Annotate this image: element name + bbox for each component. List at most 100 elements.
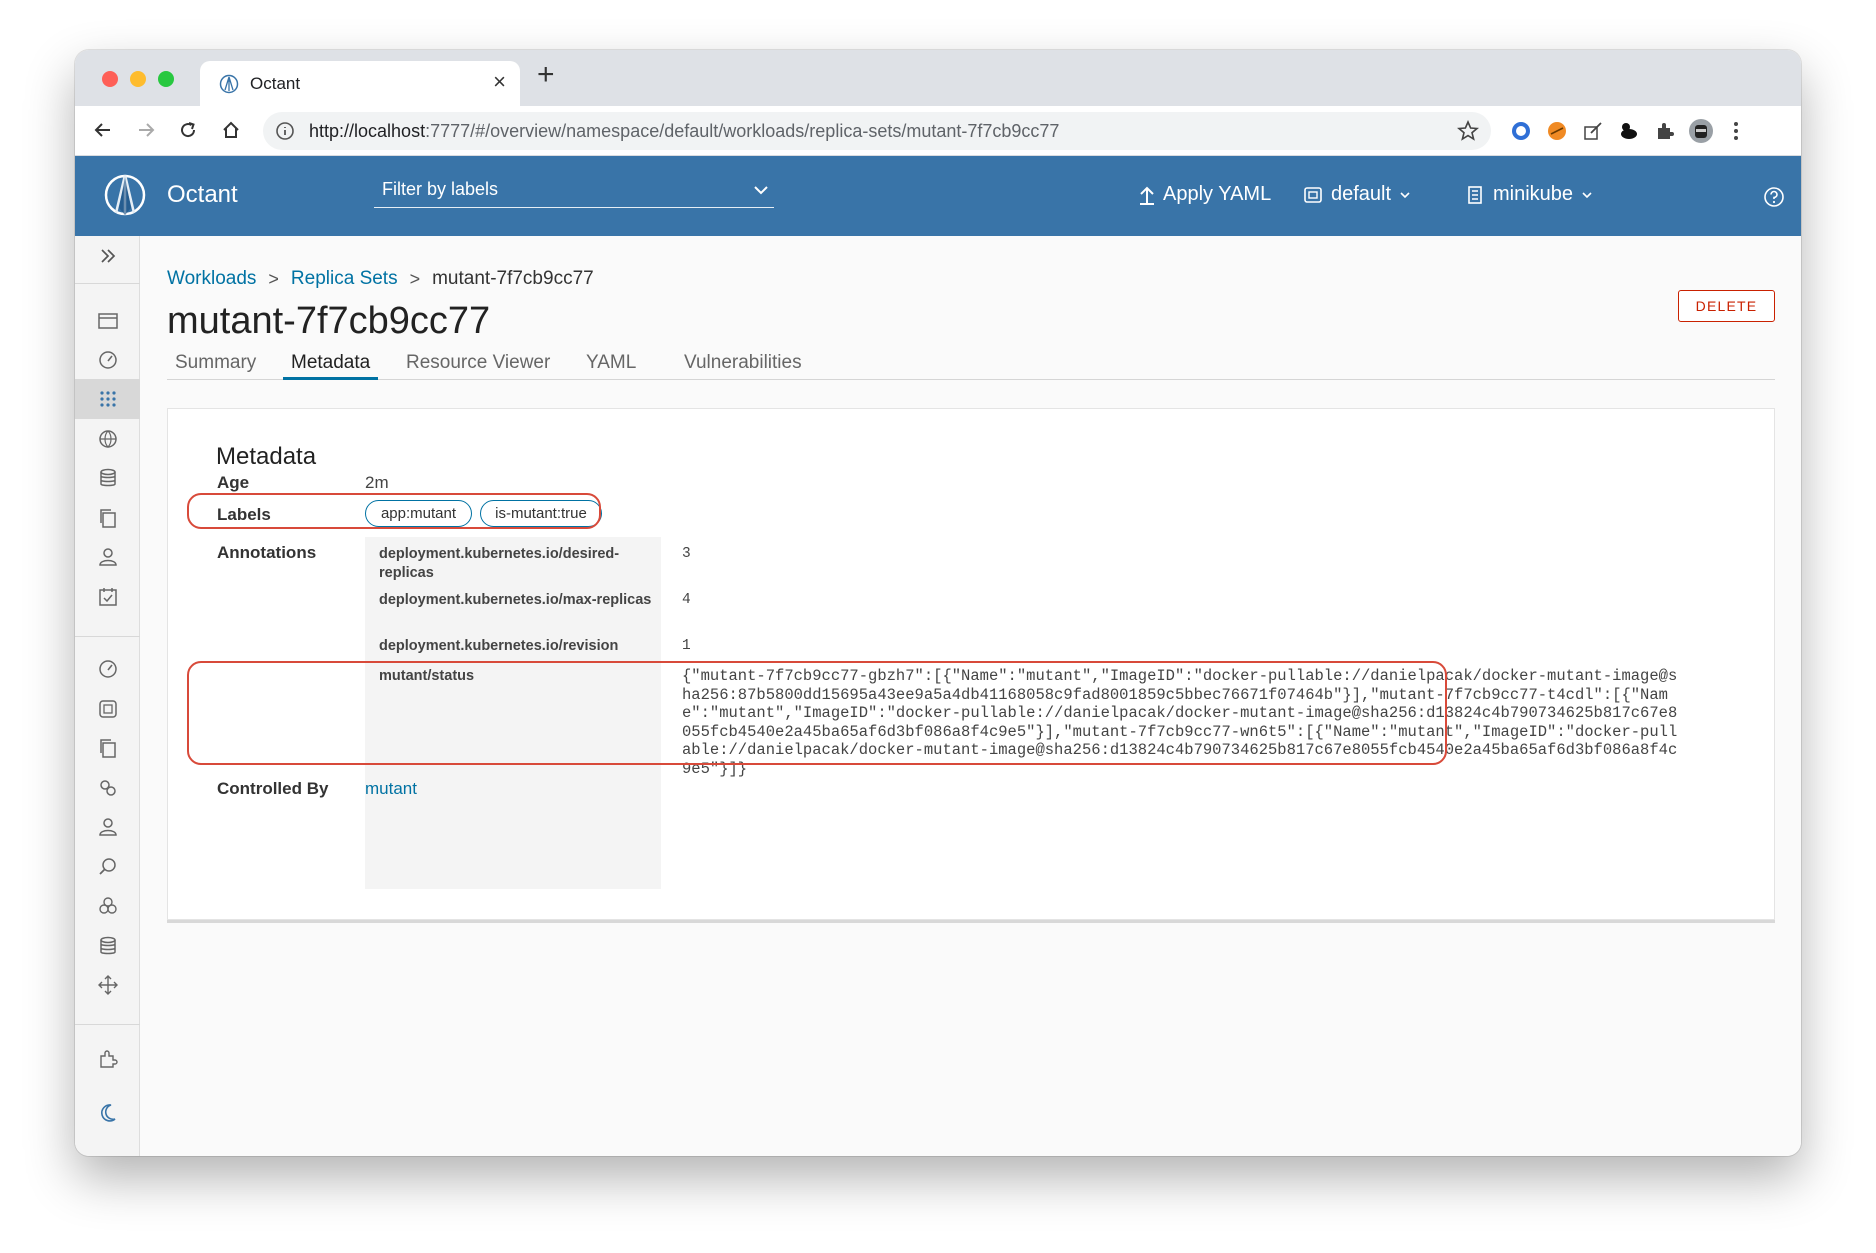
browser-window-icon bbox=[97, 313, 118, 329]
close-window-button[interactable] bbox=[102, 71, 118, 87]
calendar-check-icon bbox=[98, 588, 117, 606]
sidebar-expand-icon[interactable] bbox=[75, 236, 140, 276]
controlled-by-link[interactable]: mutant bbox=[365, 779, 417, 799]
tab-title: Octant bbox=[250, 74, 301, 93]
home-button[interactable] bbox=[217, 116, 245, 144]
sidebar-item-nodes[interactable] bbox=[75, 807, 140, 847]
upload-arrow-icon bbox=[1140, 186, 1154, 205]
chevron-down-icon bbox=[754, 186, 768, 195]
chevron-right-icon: > bbox=[409, 268, 421, 289]
tab-summary[interactable]: Summary bbox=[167, 352, 264, 380]
card-title: Metadata bbox=[216, 443, 317, 470]
dashboard-icon bbox=[98, 660, 117, 678]
sidebar-item-api-server[interactable] bbox=[75, 965, 140, 1005]
annotation-key: deployment.kubernetes.io/desired-replica… bbox=[379, 546, 620, 581]
label-filter-input[interactable]: Filter by labels bbox=[374, 178, 774, 208]
context-label: minikube bbox=[1493, 183, 1574, 205]
controlled-by-label: Controlled By bbox=[217, 779, 329, 798]
circles-icon bbox=[98, 897, 117, 914]
browser-tab-strip: Octant × + bbox=[75, 50, 1801, 106]
sidebar-item-custom-resources[interactable] bbox=[75, 728, 140, 768]
tab-vulnerabilities[interactable]: Vulnerabilities bbox=[676, 352, 810, 380]
annotation-key-column bbox=[365, 537, 661, 889]
filter-placeholder: Filter by labels bbox=[382, 179, 499, 199]
browser-menu-icon[interactable] bbox=[1723, 118, 1749, 144]
sidebar-item-discovery[interactable] bbox=[75, 419, 140, 459]
back-button[interactable] bbox=[89, 116, 117, 144]
home-icon bbox=[223, 121, 239, 138]
sidebar-item-storage-classes[interactable] bbox=[75, 886, 140, 926]
puzzle-icon bbox=[99, 1050, 118, 1068]
copy-icon bbox=[99, 509, 116, 528]
browser-tab[interactable]: Octant × bbox=[200, 61, 520, 106]
bookmark-star-icon[interactable] bbox=[1457, 120, 1479, 142]
namespace-selector[interactable]: default bbox=[1303, 183, 1411, 206]
sidebar-item-events[interactable] bbox=[75, 577, 140, 617]
user-icon bbox=[98, 818, 117, 836]
breadcrumb-current: mutant-7f7cb9cc77 bbox=[432, 268, 594, 289]
maximize-window-button[interactable] bbox=[158, 71, 174, 87]
sidebar-item-overview[interactable] bbox=[75, 340, 140, 380]
address-bar[interactable]: http://localhost:7777/#/overview/namespa… bbox=[263, 112, 1491, 150]
sidebar-item-namespaces[interactable] bbox=[75, 689, 140, 729]
help-icon[interactable] bbox=[1763, 186, 1785, 208]
extension-duck-icon[interactable] bbox=[1616, 118, 1642, 144]
metadata-card: Metadata Age 2m Labels app:mutant is-mut… bbox=[167, 408, 1775, 920]
annotation-key: mutant/status bbox=[379, 668, 475, 684]
sidebar-item-workloads[interactable] bbox=[75, 379, 140, 419]
annotation-value: 3 bbox=[682, 546, 691, 562]
extensions-puzzle-icon[interactable] bbox=[1652, 118, 1678, 144]
sidebar-item-config[interactable] bbox=[75, 498, 140, 538]
namespace-icon bbox=[1304, 186, 1322, 203]
globe-icon bbox=[98, 430, 117, 448]
chevron-down-icon bbox=[1582, 191, 1592, 198]
apply-yaml-button[interactable]: Apply YAML bbox=[1139, 183, 1271, 206]
label-pill[interactable]: is-mutant:true bbox=[480, 500, 602, 527]
breadcrumb: Workloads > Replica Sets > mutant-7f7cb9… bbox=[167, 268, 594, 290]
sidebar-item-port-forwards[interactable] bbox=[75, 847, 140, 887]
copy-icon bbox=[99, 739, 116, 758]
sidebar-item-plugins[interactable] bbox=[75, 1039, 140, 1079]
delete-button[interactable]: DELETE bbox=[1678, 290, 1775, 322]
context-selector[interactable]: minikube bbox=[1465, 183, 1593, 206]
chevron-down-icon bbox=[1400, 191, 1410, 198]
reload-icon bbox=[181, 122, 196, 138]
namespace-icon bbox=[98, 700, 117, 718]
sidebar-item-persistent-volumes[interactable] bbox=[75, 926, 140, 966]
sidebar-item-cluster-overview[interactable] bbox=[75, 649, 140, 689]
forward-button[interactable] bbox=[132, 116, 160, 144]
tab-yaml[interactable]: YAML bbox=[578, 352, 644, 380]
sidebar bbox=[75, 236, 140, 1156]
annotation-value: 1 bbox=[682, 638, 691, 654]
age-value: 2m bbox=[365, 473, 389, 492]
extension-edit-icon[interactable] bbox=[1580, 118, 1606, 144]
labels-label: Labels bbox=[217, 505, 271, 524]
label-pill[interactable]: app:mutant bbox=[365, 500, 472, 527]
sidebar-item-rbac-cluster[interactable] bbox=[75, 768, 140, 808]
sidebar-item-storage[interactable] bbox=[75, 458, 140, 498]
reload-button[interactable] bbox=[174, 116, 202, 144]
breadcrumb-replica-sets[interactable]: Replica Sets bbox=[291, 268, 398, 290]
dark-mode-toggle[interactable] bbox=[75, 1093, 140, 1133]
sidebar-item-applications[interactable] bbox=[75, 301, 140, 341]
profile-avatar[interactable] bbox=[1688, 118, 1714, 144]
minimize-window-button[interactable] bbox=[130, 71, 146, 87]
info-icon bbox=[276, 122, 294, 140]
octant-logo-icon[interactable] bbox=[103, 170, 147, 220]
tab-metadata[interactable]: Metadata bbox=[283, 352, 379, 380]
annotation-key: deployment.kubernetes.io/revision bbox=[379, 638, 619, 654]
sidebar-item-rbac[interactable] bbox=[75, 537, 140, 577]
namespace-label: default bbox=[1331, 183, 1392, 205]
extension-orange-icon[interactable] bbox=[1544, 118, 1570, 144]
browser-window: Octant × + http://localhost:7777/#/overv… bbox=[75, 50, 1801, 1156]
tab-close-icon[interactable]: × bbox=[493, 71, 506, 93]
database-icon bbox=[99, 936, 116, 955]
annotation-value: 4 bbox=[682, 592, 691, 608]
extension-o-icon[interactable] bbox=[1508, 118, 1534, 144]
breadcrumb-workloads[interactable]: Workloads bbox=[167, 268, 256, 290]
grid-icon bbox=[99, 391, 116, 407]
annotations-label: Annotations bbox=[217, 543, 317, 562]
arrow-left-icon bbox=[94, 123, 110, 137]
new-tab-button[interactable]: + bbox=[537, 60, 555, 90]
tab-resource-viewer[interactable]: Resource Viewer bbox=[398, 352, 558, 380]
